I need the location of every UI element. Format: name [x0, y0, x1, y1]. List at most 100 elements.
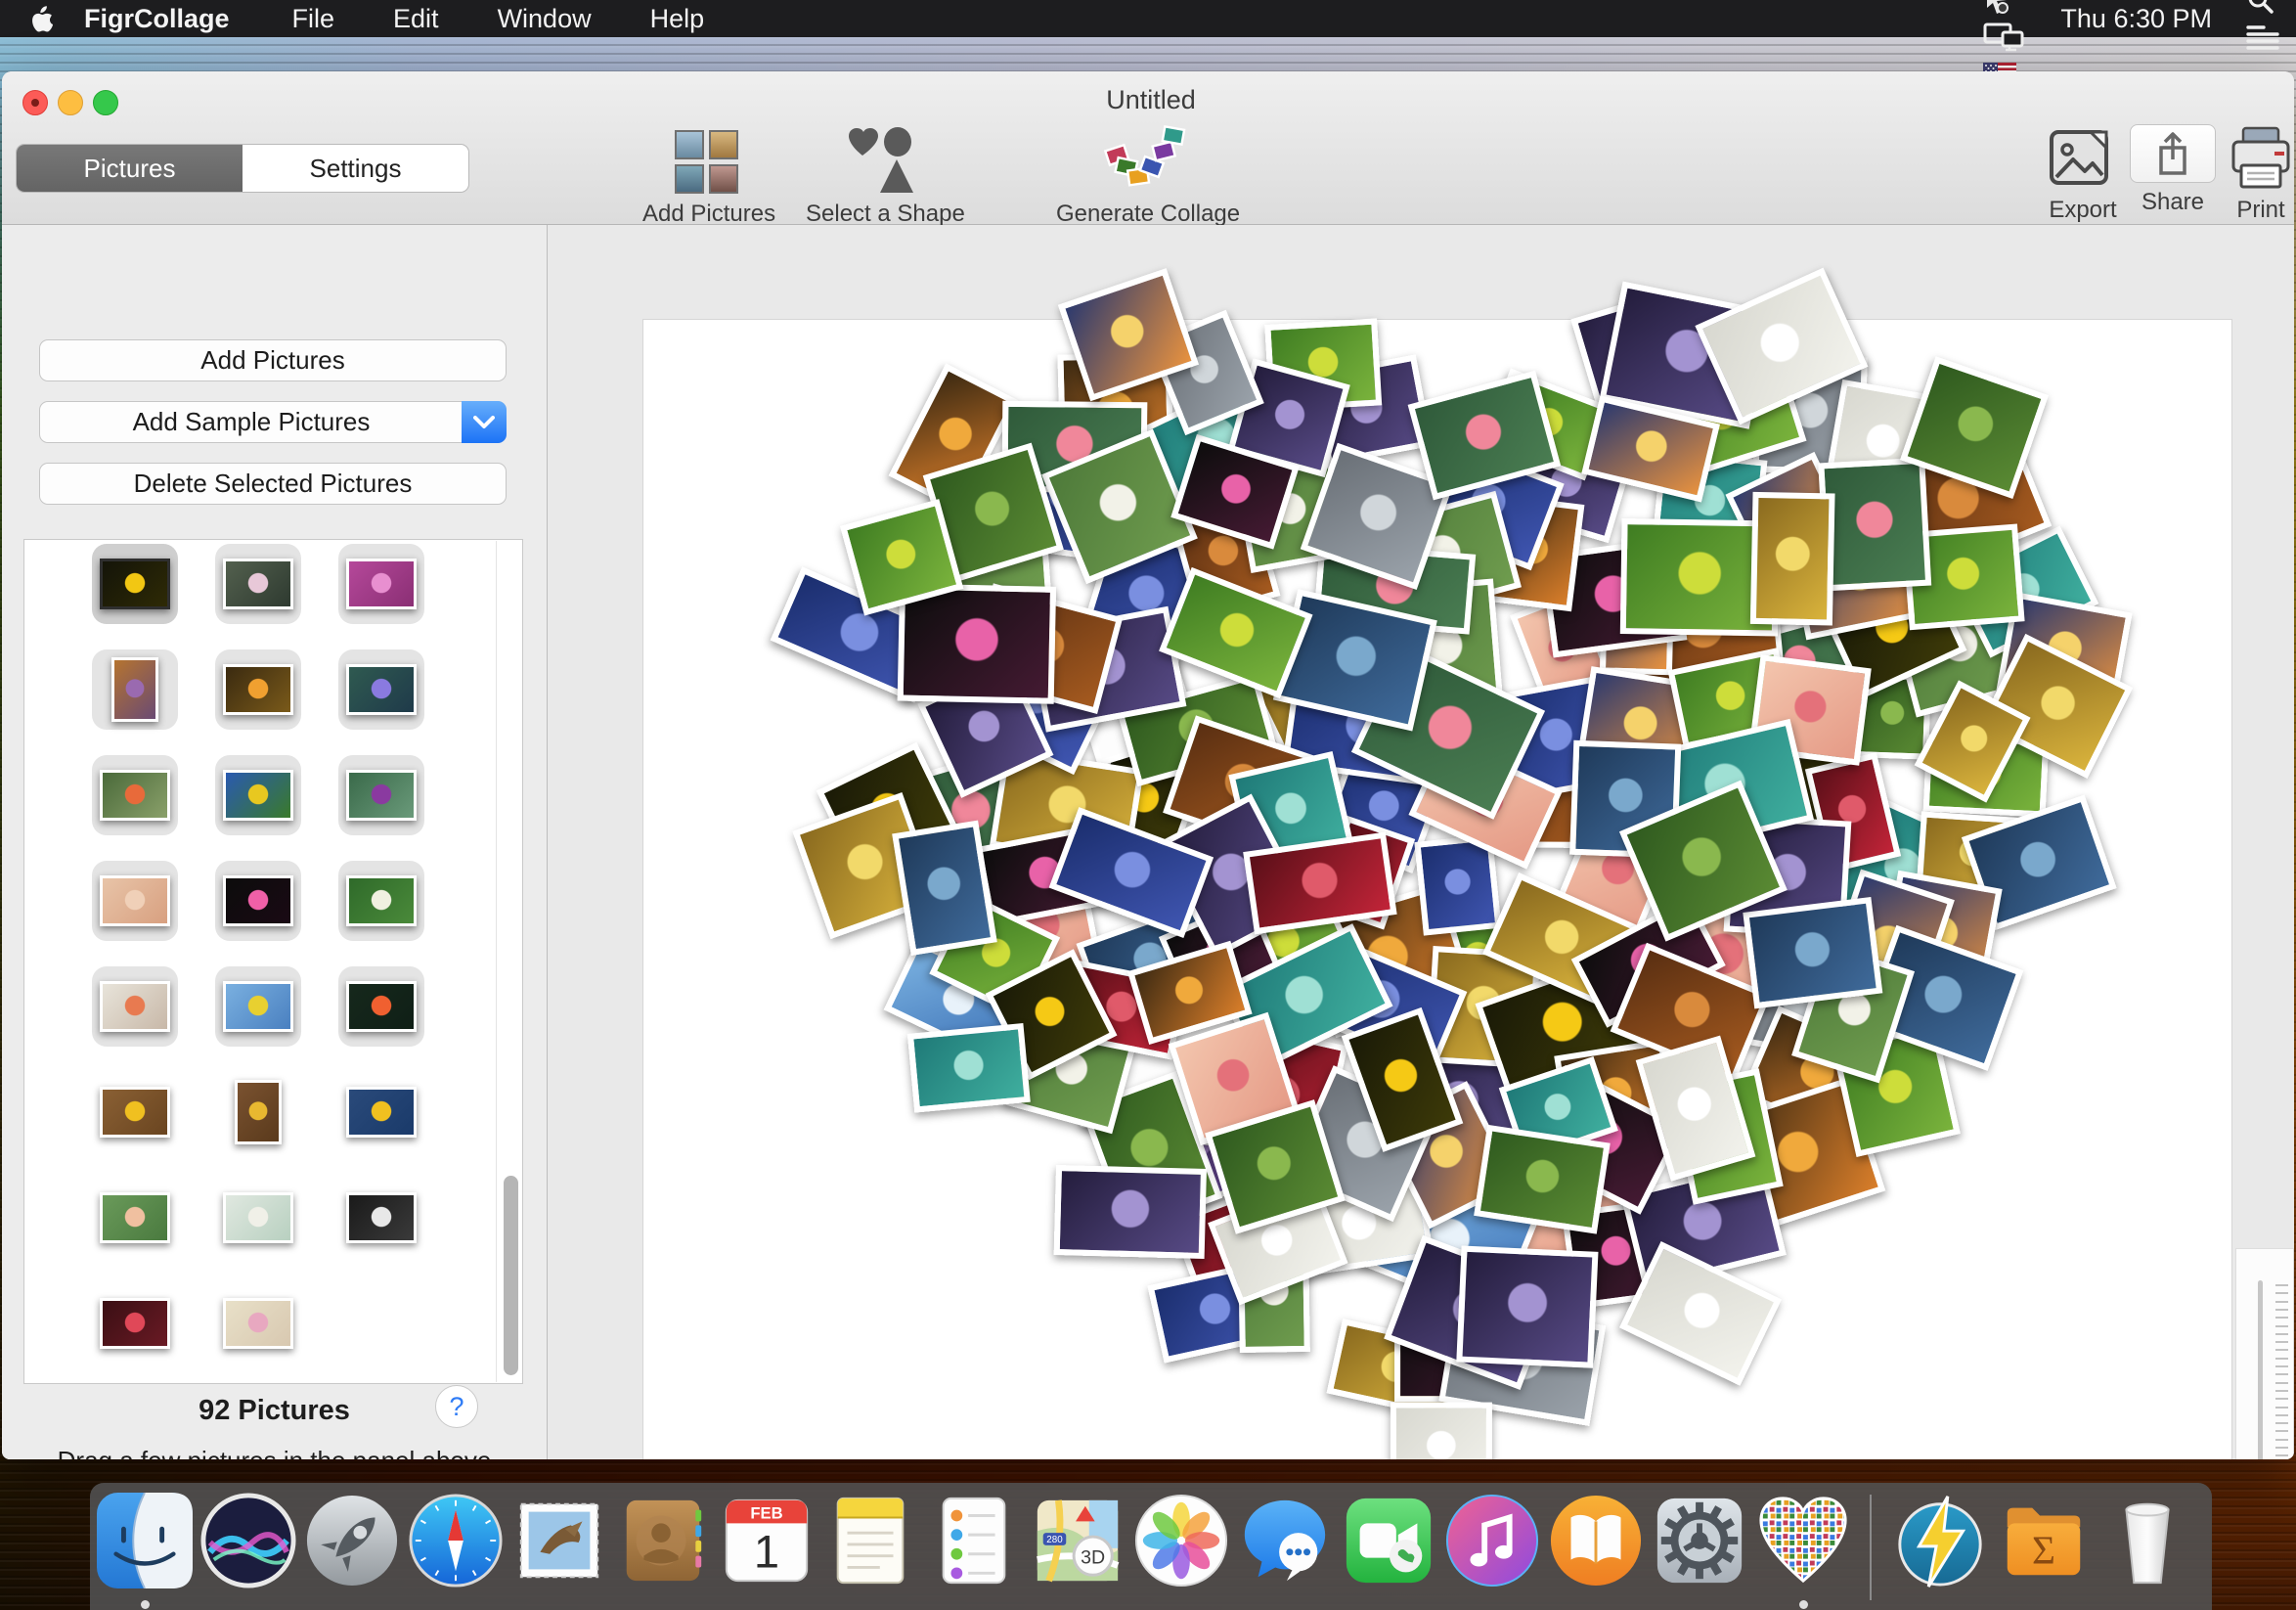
thumbnail[interactable]: [338, 755, 424, 835]
dock-sigma-folder-icon[interactable]: Σ: [1996, 1493, 2092, 1588]
zoom-tick: [2275, 1365, 2288, 1367]
zoom-tick: [2275, 1284, 2288, 1286]
svg-text:3D: 3D: [1081, 1547, 1105, 1569]
menu-item-help[interactable]: Help: [621, 4, 734, 33]
collage-photo[interactable]: [1054, 1165, 1208, 1259]
collage-photo[interactable]: [1818, 458, 1930, 592]
add-sample-pictures-button[interactable]: Add Sample Pictures: [39, 401, 507, 443]
collage-checkmark-icon: [1101, 122, 1195, 195]
dock-contacts-icon[interactable]: [615, 1493, 711, 1588]
collage-canvas[interactable]: [642, 319, 2232, 1459]
dock-finder-icon[interactable]: [97, 1493, 193, 1588]
tab-pictures[interactable]: Pictures: [17, 145, 243, 192]
menu-clock[interactable]: Thu 6:30 PM: [2043, 4, 2230, 34]
thumbnail[interactable]: [215, 755, 301, 835]
thumbnail[interactable]: [215, 1072, 301, 1152]
toolbar-print-button[interactable]: Print: [2228, 126, 2294, 224]
thumbnail[interactable]: [338, 861, 424, 941]
collage-photo[interactable]: [1750, 492, 1834, 625]
thumbnail-photo: [100, 981, 170, 1032]
thumbnail[interactable]: [92, 755, 178, 835]
thumbnail[interactable]: [215, 1178, 301, 1258]
thumbnail[interactable]: [215, 861, 301, 941]
dock-safari-icon[interactable]: [408, 1493, 504, 1588]
thumbnail-selected[interactable]: [92, 544, 178, 624]
menu-bar: FigrCollage FileEditWindowHelp Thu 6:30 …: [0, 0, 2296, 37]
thumbnail[interactable]: [92, 1178, 178, 1258]
collage-photo[interactable]: [1457, 1246, 1599, 1368]
thumbnail[interactable]: [338, 966, 424, 1047]
dock-messages-icon[interactable]: [1237, 1493, 1333, 1588]
toolbar-share-button[interactable]: Share: [2130, 124, 2216, 216]
tab-settings[interactable]: Settings: [243, 145, 468, 192]
collage-photo[interactable]: [1743, 897, 1882, 1008]
collage-photo[interactable]: [1391, 1403, 1492, 1459]
menu-item-window[interactable]: Window: [468, 4, 621, 33]
dock-photos-icon[interactable]: [1133, 1493, 1229, 1588]
thumbnail-photo: [223, 981, 293, 1032]
thumbnail-photo: [100, 875, 170, 926]
dock-launchpad-icon[interactable]: [304, 1493, 400, 1588]
delete-selected-pictures-button[interactable]: Delete Selected Pictures: [39, 463, 507, 505]
notification-center-icon[interactable]: [2230, 19, 2296, 56]
minimize-button[interactable]: [58, 90, 83, 115]
thumbnail[interactable]: [215, 966, 301, 1047]
zoom-tick: [2275, 1358, 2288, 1360]
dock-itunes-icon[interactable]: [1444, 1493, 1540, 1588]
dock-system-preferences-icon[interactable]: [1652, 1493, 1747, 1588]
thumbnail[interactable]: [92, 861, 178, 941]
dock-siri-icon[interactable]: [200, 1493, 296, 1588]
thumbnail[interactable]: [92, 1283, 178, 1364]
scrollbar-thumb[interactable]: [504, 1176, 518, 1375]
dock-facetime-icon[interactable]: [1341, 1493, 1436, 1588]
thumbnail[interactable]: [338, 1072, 424, 1152]
thumbnail-photo: [223, 559, 293, 609]
zoom-tick: [2275, 1407, 2288, 1409]
dock-lightning-app-icon[interactable]: [1892, 1493, 1988, 1588]
svg-text:FEB: FEB: [750, 1503, 782, 1522]
add-pictures-button[interactable]: Add Pictures: [39, 339, 507, 381]
collage-photo[interactable]: [1474, 1125, 1611, 1234]
add-pictures-icon: [675, 130, 743, 195]
toolbar-generate-collage-button[interactable]: Generate Collage: [1056, 122, 1240, 228]
thumbnail[interactable]: [215, 649, 301, 730]
dock-calendar-icon[interactable]: FEB1: [719, 1493, 815, 1588]
collage-photo[interactable]: [907, 1023, 1031, 1113]
close-button[interactable]: [22, 90, 48, 115]
thumbnail[interactable]: [92, 1072, 178, 1152]
thumbnail[interactable]: [338, 544, 424, 624]
zoom-tick: [2275, 1341, 2288, 1343]
apple-menu-icon[interactable]: [0, 5, 65, 32]
thumbnail[interactable]: [215, 544, 301, 624]
menu-item-file[interactable]: File: [263, 4, 365, 33]
help-button[interactable]: ?: [435, 1385, 478, 1428]
dock-notes-icon[interactable]: [822, 1493, 918, 1588]
thumbnail[interactable]: [92, 966, 178, 1047]
zoom-slider-track[interactable]: [2258, 1280, 2263, 1459]
dock-figrcollage-icon[interactable]: [1755, 1493, 1851, 1588]
toolbar-export-button[interactable]: Export: [2048, 128, 2118, 224]
zoom-button[interactable]: [93, 90, 118, 115]
menu-item-edit[interactable]: Edit: [364, 4, 468, 33]
running-indicator: [1799, 1600, 1808, 1609]
thumbnail[interactable]: [215, 1283, 301, 1364]
dock-reminders-icon[interactable]: [926, 1493, 1022, 1588]
zoom-tick: [2275, 1309, 2288, 1311]
dock-trash-icon[interactable]: [2099, 1493, 2195, 1588]
thumbnail[interactable]: [92, 649, 178, 730]
thumbnail[interactable]: [338, 649, 424, 730]
zoom-tick: [2275, 1373, 2288, 1375]
toolbar-add-pictures-button[interactable]: Add Pictures: [642, 130, 775, 228]
menu-app-name[interactable]: FigrCollage: [65, 4, 263, 34]
dock-maps-icon[interactable]: 3D280: [1030, 1493, 1126, 1588]
dock-mail-icon[interactable]: [511, 1493, 607, 1588]
dual-displays-icon[interactable]: [1966, 19, 2043, 56]
thumbnail-photo: [346, 559, 417, 609]
thumbnail[interactable]: [338, 1178, 424, 1258]
dock-ibooks-icon[interactable]: [1548, 1493, 1644, 1588]
toolbar-select-shape-button[interactable]: Select a Shape: [806, 126, 965, 228]
chevron-down-icon[interactable]: [462, 401, 507, 443]
spotlight-search-icon[interactable]: [2230, 0, 2296, 19]
collage-photo[interactable]: [898, 583, 1057, 703]
cursor-pointer-icon[interactable]: [1966, 0, 2043, 19]
